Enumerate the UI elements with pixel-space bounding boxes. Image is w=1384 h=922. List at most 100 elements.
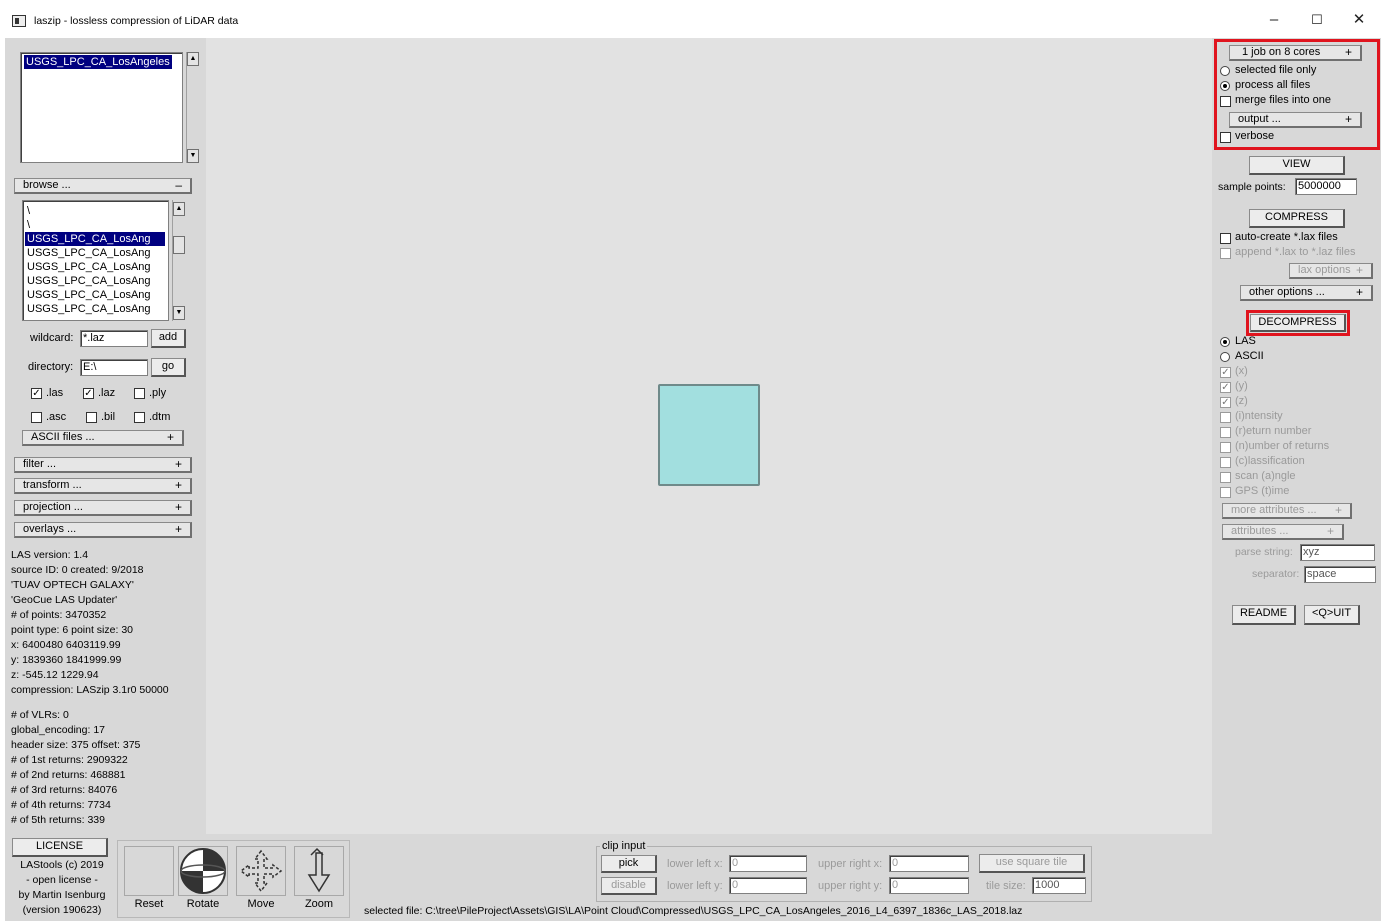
lower-left-y-label: lower left y: bbox=[667, 880, 723, 892]
list-item[interactable]: USGS_LPC_CA_LosAng bbox=[25, 246, 168, 260]
lower-left-x-input[interactable]: 0 bbox=[729, 855, 807, 872]
selected-only-label: selected file only bbox=[1235, 64, 1317, 76]
auto-create-lax-checkbox[interactable] bbox=[1220, 233, 1231, 244]
attr-intensity-label: (i)ntensity bbox=[1235, 410, 1283, 422]
other-options-rollout[interactable]: other options ... + bbox=[1240, 285, 1373, 301]
scroll-thumb[interactable] bbox=[173, 236, 185, 254]
separator-select[interactable]: space bbox=[1304, 566, 1376, 583]
more-attributes-rollout[interactable]: more attributes ... + bbox=[1222, 503, 1352, 519]
projection-rollout[interactable]: projection ... + bbox=[14, 500, 192, 516]
pick-button[interactable]: pick bbox=[601, 855, 657, 873]
upper-right-x-label: upper right x: bbox=[818, 858, 883, 870]
file-browser-list[interactable]: \ \ USGS_LPC_CA_LosAng USGS_LPC_CA_LosAn… bbox=[22, 200, 169, 321]
ply-checkbox[interactable] bbox=[134, 388, 145, 399]
cores-label: 1 job on 8 cores bbox=[1242, 46, 1321, 58]
las-checkbox[interactable]: ✓ bbox=[31, 388, 42, 399]
list-item[interactable]: USGS_LPC_CA_LosAngeles bbox=[24, 55, 172, 69]
parse-string-input[interactable]: xyz bbox=[1300, 544, 1375, 561]
list-item[interactable]: \ bbox=[25, 204, 168, 218]
scrollbar[interactable]: ▲ ▼ bbox=[186, 52, 200, 163]
attr-scan-angle-checkbox[interactable] bbox=[1220, 472, 1231, 483]
output-rollout[interactable]: output ... + bbox=[1229, 112, 1362, 128]
use-square-tile-button[interactable]: use square tile bbox=[979, 854, 1085, 873]
filter-rollout[interactable]: filter ... + bbox=[14, 457, 192, 473]
app-icon bbox=[12, 15, 26, 27]
view-button[interactable]: VIEW bbox=[1249, 156, 1345, 175]
selected-files-list[interactable]: USGS_LPC_CA_LosAngeles bbox=[20, 52, 183, 163]
scroll-up-icon[interactable]: ▲ bbox=[173, 202, 185, 216]
asc-checkbox[interactable] bbox=[31, 412, 42, 423]
license-button[interactable]: LICENSE bbox=[12, 838, 108, 857]
browse-rollout[interactable]: browse ... – bbox=[14, 178, 192, 194]
ascii-format-radio[interactable] bbox=[1220, 352, 1230, 362]
wildcard-input[interactable]: *.laz bbox=[80, 330, 148, 347]
attr-z-checkbox[interactable]: ✓ bbox=[1220, 397, 1231, 408]
attr-number-of-returns-label: (n)umber of returns bbox=[1235, 440, 1330, 452]
attributes-rollout[interactable]: attributes ... + bbox=[1222, 524, 1344, 540]
lower-left-x-label: lower left x: bbox=[667, 858, 723, 870]
ascii-files-rollout[interactable]: ASCII files ... + bbox=[22, 430, 184, 446]
attr-classification-checkbox[interactable] bbox=[1220, 457, 1231, 468]
upper-right-x-input[interactable]: 0 bbox=[889, 855, 969, 872]
rotate-button[interactable] bbox=[178, 846, 228, 896]
sample-points-input[interactable]: 5000000 bbox=[1295, 178, 1357, 195]
disable-button[interactable]: disable bbox=[601, 877, 657, 895]
attr-x-checkbox[interactable]: ✓ bbox=[1220, 367, 1231, 378]
list-item[interactable]: USGS_LPC_CA_LosAng bbox=[25, 260, 168, 274]
bil-checkbox[interactable] bbox=[86, 412, 97, 423]
verbose-checkbox[interactable] bbox=[1220, 132, 1231, 143]
scroll-down-icon[interactable]: ▼ bbox=[173, 306, 185, 320]
scroll-down-icon[interactable]: ▼ bbox=[187, 149, 199, 163]
ply-label: .ply bbox=[149, 387, 167, 399]
zoom-button[interactable] bbox=[294, 846, 344, 896]
expand-icon: + bbox=[174, 457, 182, 471]
attr-gps-time-checkbox[interactable] bbox=[1220, 487, 1231, 498]
las-format-radio[interactable] bbox=[1220, 337, 1230, 347]
minimize-button[interactable]: – bbox=[1254, 8, 1294, 32]
attr-number-of-returns-checkbox[interactable] bbox=[1220, 442, 1231, 453]
add-button[interactable]: add bbox=[151, 329, 186, 348]
attr-y-checkbox[interactable]: ✓ bbox=[1220, 382, 1231, 393]
upper-right-y-input[interactable]: 0 bbox=[889, 877, 969, 894]
dtm-checkbox[interactable] bbox=[134, 412, 145, 423]
list-item[interactable]: USGS_LPC_CA_LosAng bbox=[25, 232, 165, 246]
lax-options-label: lax options bbox=[1298, 264, 1351, 276]
compress-button[interactable]: COMPRESS bbox=[1249, 209, 1345, 228]
info-line: 'TUAV OPTECH GALAXY' bbox=[11, 579, 134, 591]
maximize-button[interactable]: ☐ bbox=[1297, 8, 1337, 32]
info-line: source ID: 0 created: 9/2018 bbox=[11, 564, 144, 576]
merge-checkbox[interactable] bbox=[1220, 96, 1231, 107]
list-item[interactable]: USGS_LPC_CA_LosAng bbox=[25, 288, 168, 302]
list-item[interactable]: \ bbox=[25, 218, 168, 232]
point-cloud-bounding-box[interactable] bbox=[658, 384, 760, 486]
transform-rollout[interactable]: transform ... + bbox=[14, 478, 192, 494]
lax-options-rollout[interactable]: lax options + bbox=[1289, 263, 1373, 279]
scrollbar[interactable]: ▲ ▼ bbox=[172, 200, 186, 321]
readme-button[interactable]: README bbox=[1232, 605, 1296, 625]
window-title: laszip - lossless compression of LiDAR d… bbox=[34, 15, 239, 27]
cores-spinner[interactable]: 1 job on 8 cores + bbox=[1229, 45, 1362, 61]
selected-only-radio[interactable] bbox=[1220, 66, 1230, 76]
directory-input[interactable]: E:\ bbox=[80, 359, 148, 376]
scroll-up-icon[interactable]: ▲ bbox=[187, 52, 199, 66]
list-item[interactable]: USGS_LPC_CA_LosAng bbox=[25, 302, 168, 316]
attr-y-label: (y) bbox=[1235, 380, 1248, 392]
zoom-icon bbox=[307, 847, 331, 893]
lower-left-y-input[interactable]: 0 bbox=[729, 877, 807, 894]
list-item[interactable]: USGS_LPC_CA_LosAng bbox=[25, 274, 168, 288]
expand-icon: + bbox=[1344, 112, 1352, 126]
laz-checkbox[interactable]: ✓ bbox=[83, 388, 94, 399]
info-line: # of 1st returns: 2909322 bbox=[11, 754, 128, 766]
tile-size-input[interactable]: 1000 bbox=[1032, 877, 1086, 894]
decompress-button[interactable]: DECOMPRESS bbox=[1250, 314, 1346, 332]
attr-intensity-checkbox[interactable] bbox=[1220, 412, 1231, 423]
move-button[interactable] bbox=[236, 846, 286, 896]
attr-return-number-checkbox[interactable] bbox=[1220, 427, 1231, 438]
process-all-radio[interactable] bbox=[1220, 81, 1230, 91]
append-lax-checkbox[interactable] bbox=[1220, 248, 1231, 259]
overlays-rollout[interactable]: overlays ... + bbox=[14, 522, 192, 538]
reset-button[interactable] bbox=[124, 846, 174, 896]
go-button[interactable]: go bbox=[151, 358, 186, 377]
close-button[interactable]: ✕ bbox=[1339, 8, 1379, 32]
quit-button[interactable]: <Q>UIT bbox=[1304, 605, 1360, 625]
